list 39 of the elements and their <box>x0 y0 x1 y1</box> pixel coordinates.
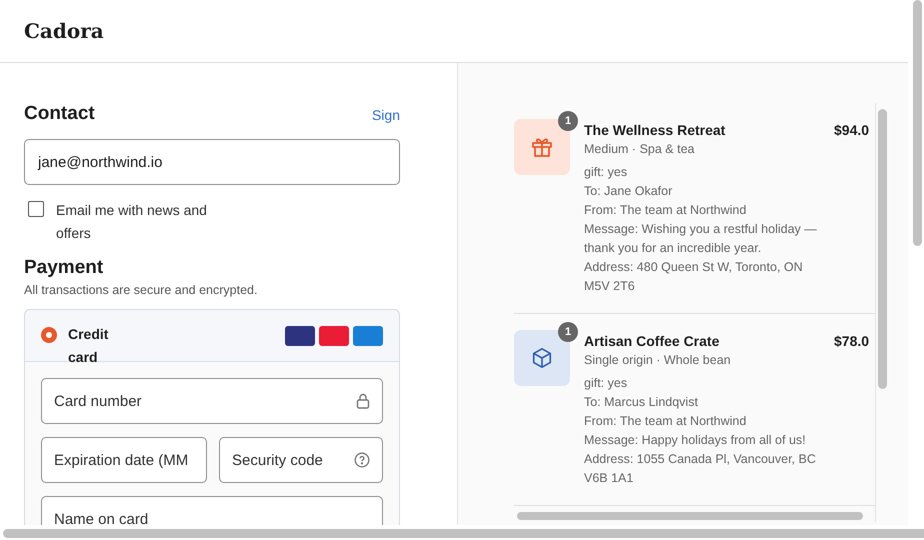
lock-icon <box>356 393 370 409</box>
gift-detail: Address: 1055 Canada Pl, Vancouver, BC V6B 1A1 <box>584 451 817 487</box>
cube-icon <box>531 347 553 369</box>
gift-detail: Message: Wishing you a restful holiday — thank you for an incredible year. <box>584 221 818 257</box>
radio-button[interactable] <box>41 327 57 343</box>
scrollbar-thumb[interactable] <box>913 0 922 246</box>
section-heading: Payment <box>24 257 104 279</box>
input-field[interactable]: Security code <box>219 437 383 483</box>
payment-method-label[interactable]: Credit card <box>68 323 128 369</box>
sign-in-link[interactable]: Sign <box>372 107 400 123</box>
gift-detail: Message: Happy holidays from all of us! <box>584 432 807 449</box>
quantity-badge: 1 <box>558 111 578 131</box>
input-field[interactable]: Expiration date (MM <box>41 437 207 483</box>
scrollbar-thumb[interactable] <box>3 529 924 538</box>
gift-detail: To: Marcus Lindqvist <box>584 394 699 411</box>
input-field[interactable]: Name on card <box>41 496 383 525</box>
security-note: All transactions are secure and encrypted. <box>24 283 258 297</box>
product-price: $78.0 <box>834 333 870 349</box>
product-variant: Single origin · Whole bean <box>584 353 732 367</box>
gift-detail: To: Jane Okafor <box>584 183 674 200</box>
input-field[interactable]: Card number <box>41 378 383 424</box>
quantity-badge: 1 <box>558 322 578 342</box>
brand-logo[interactable]: Cadora <box>24 19 104 43</box>
email-field[interactable]: jane@northwind.io <box>24 139 400 185</box>
gift-detail: From: The team at Northwind <box>584 202 748 219</box>
gift-detail: Address: 480 Queen St W, Toronto, ON M5V 2T6 <box>584 259 804 295</box>
checkbox[interactable] <box>28 201 44 217</box>
gift-detail: gift: yes <box>584 164 628 181</box>
checkbox-label: Email me with news and offers <box>56 201 208 243</box>
gift-detail: gift: yes <box>584 375 628 392</box>
scrollbar-thumb[interactable] <box>517 512 863 520</box>
product-title: Artisan Coffee Crate <box>584 333 720 349</box>
gift-detail: From: The team at Northwind <box>584 413 748 430</box>
product-price: $94.0 <box>834 122 870 138</box>
product-title: The Wellness Retreat <box>584 122 726 138</box>
help-icon[interactable] <box>354 452 370 468</box>
section-heading: Contact <box>24 103 95 125</box>
product-variant: Medium · Spa & tea <box>584 142 696 156</box>
scrollbar-thumb[interactable] <box>878 109 887 389</box>
